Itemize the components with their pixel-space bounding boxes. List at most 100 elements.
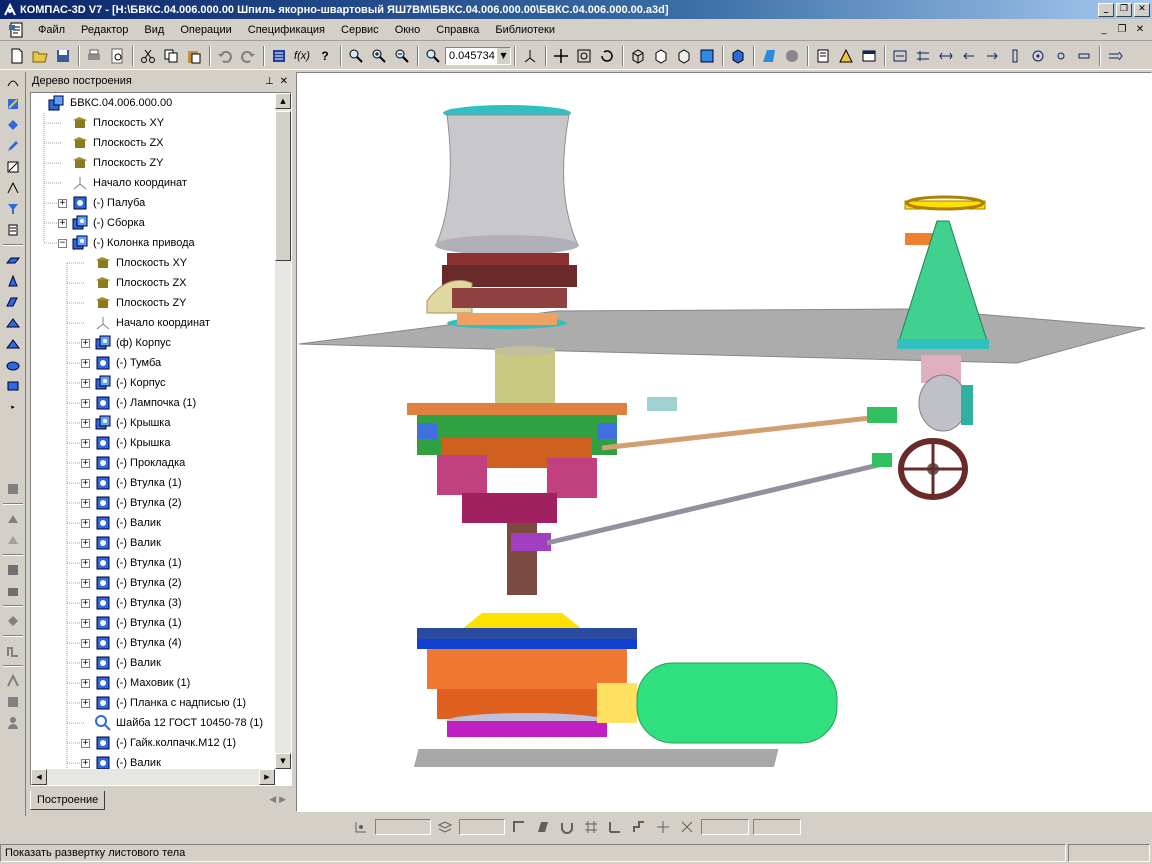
zoom-in-icon[interactable]	[368, 45, 390, 67]
tree-item[interactable]: + (-) Палуба	[58, 193, 145, 213]
scroll-left-button[interactable]: ◀	[31, 769, 47, 785]
expand-toggle-icon[interactable]: +	[81, 538, 90, 548]
rotate-icon[interactable]	[596, 45, 618, 67]
tree-view[interactable]: БВКС.04.006.000.00 Плоскость XY Плоскость …	[30, 92, 292, 786]
measure-v-icon[interactable]	[2, 178, 24, 198]
asm-sub-icon[interactable]	[2, 581, 24, 601]
coords-icon[interactable]	[678, 818, 696, 836]
doc-minimize-button[interactable]: _	[1096, 23, 1112, 37]
manager-icon[interactable]	[268, 45, 290, 67]
scroll-thumb[interactable]	[275, 111, 291, 261]
asm-section-icon[interactable]	[2, 671, 24, 691]
measure-icon[interactable]	[812, 45, 834, 67]
tree-item[interactable]: + (-) Втулка (3)	[81, 593, 182, 613]
zoom-scale-icon[interactable]	[422, 45, 444, 67]
tree-item[interactable]: + (-) Валик	[81, 513, 161, 533]
cut-extrude-icon[interactable]	[2, 334, 24, 354]
mass-icon[interactable]	[835, 45, 857, 67]
asm-array-icon[interactable]	[2, 641, 24, 661]
expand-toggle-icon[interactable]: +	[81, 398, 90, 408]
wireframe-icon[interactable]	[627, 45, 649, 67]
menu-service[interactable]: Сервис	[333, 24, 387, 36]
grid-icon[interactable]	[582, 818, 600, 836]
redo-icon[interactable]	[237, 45, 259, 67]
cursor-cross-icon[interactable]	[654, 818, 672, 836]
extrude-icon[interactable]	[2, 250, 24, 270]
tree-item[interactable]: + (-) Тумба	[81, 353, 161, 373]
expand-toggle-icon[interactable]: +	[81, 698, 90, 708]
tree-item[interactable]: + (-) Планка с надписью (1)	[81, 693, 246, 713]
undo-icon[interactable]	[214, 45, 236, 67]
tree-item[interactable]: + (-) Втулка (2)	[81, 493, 182, 513]
expand-toggle-icon[interactable]: +	[81, 498, 90, 508]
menu-operations[interactable]: Операции	[172, 24, 239, 36]
tree-item[interactable]: + (-) Валик	[81, 653, 161, 673]
tree-horizontal-scrollbar[interactable]: ◀ ▶	[31, 769, 275, 785]
pan-icon[interactable]	[550, 45, 572, 67]
help-pointer-icon[interactable]: ?	[314, 45, 336, 67]
expand-toggle-icon[interactable]: +	[81, 618, 90, 628]
menu-view[interactable]: Вид	[136, 24, 172, 36]
scroll-up-button[interactable]: ▲	[275, 93, 291, 109]
layer-field[interactable]	[459, 819, 505, 835]
menu-specification[interactable]: Спецификация	[240, 24, 333, 36]
expand-toggle-icon[interactable]: +	[81, 678, 90, 688]
open-icon[interactable]	[29, 45, 51, 67]
tree-item[interactable]: + (-) Корпус	[81, 373, 166, 393]
small-arrow-icon[interactable]: ▸	[2, 397, 24, 417]
expand-toggle-icon[interactable]: +	[81, 338, 90, 348]
expand-toggle-icon[interactable]: +	[81, 358, 90, 368]
aux-geometry-icon[interactable]	[2, 157, 24, 177]
preview-icon[interactable]	[106, 45, 128, 67]
doc-restore-button[interactable]: ❐	[1114, 23, 1130, 37]
geometry-icon[interactable]	[2, 73, 24, 93]
tree-item[interactable]: + (-) Крышка	[81, 433, 170, 453]
filter-icon[interactable]	[2, 199, 24, 219]
snap-point-bottom-icon[interactable]	[352, 818, 370, 836]
asm-mate-icon[interactable]	[2, 509, 24, 529]
close-button[interactable]: ✕	[1134, 2, 1150, 17]
asm-part-icon[interactable]	[2, 560, 24, 580]
print-icon[interactable]	[83, 45, 105, 67]
expand-toggle-icon[interactable]: +	[81, 558, 90, 568]
rotate-op-icon[interactable]	[2, 271, 24, 291]
pencil-icon[interactable]	[2, 136, 24, 156]
asm-user-icon[interactable]	[2, 713, 24, 733]
tree-item[interactable]: + (-) Крышка	[81, 413, 170, 433]
tree-item[interactable]: + (-) Маховик (1)	[81, 673, 190, 693]
more-tools-icon[interactable]	[1104, 45, 1126, 67]
local-cs-icon[interactable]	[606, 818, 624, 836]
align-arrow-icon[interactable]	[958, 45, 980, 67]
tree-item[interactable]: Начало координат	[81, 313, 210, 333]
edit-part-icon[interactable]	[2, 94, 24, 114]
tree-item[interactable]: + (-) Лампочка (1)	[81, 393, 196, 413]
expand-toggle-icon[interactable]: +	[58, 218, 67, 228]
expand-toggle-icon[interactable]: +	[81, 478, 90, 488]
menu-file[interactable]: Файл	[30, 24, 73, 36]
model-viewport[interactable]	[296, 72, 1152, 812]
tree-item[interactable]: Плоскость ZY	[58, 153, 164, 173]
zoom-icon[interactable]	[345, 45, 367, 67]
magnet-icon[interactable]	[558, 818, 576, 836]
asm-place-icon[interactable]	[2, 479, 24, 499]
tree-item[interactable]: + (-) Втулка (4)	[81, 633, 182, 653]
tree-item[interactable]: Плоскость ZX	[81, 273, 187, 293]
expand-toggle-icon[interactable]: +	[81, 758, 90, 768]
tree-item[interactable]: Плоскость XY	[81, 253, 187, 273]
coord-z-field[interactable]	[753, 819, 801, 835]
tree-item[interactable]: + (-) Втулка (2)	[81, 573, 182, 593]
doc-close-button[interactable]: ✕	[1132, 23, 1148, 37]
menu-libraries[interactable]: Библиотеки	[487, 24, 563, 36]
align-h-icon[interactable]	[935, 45, 957, 67]
step-icon[interactable]	[630, 818, 648, 836]
snap-center-icon[interactable]	[1027, 45, 1049, 67]
new-icon[interactable]	[6, 45, 28, 67]
zoom-out-icon[interactable]	[391, 45, 413, 67]
tree-item[interactable]: + (ф) Корпус	[81, 333, 171, 353]
spec-icon[interactable]	[2, 220, 24, 240]
expand-toggle-icon[interactable]: +	[81, 738, 90, 748]
minimize-button[interactable]: _	[1098, 2, 1114, 17]
section-icon[interactable]	[781, 45, 803, 67]
tree-item[interactable]: Начало координат	[58, 173, 187, 193]
loft-icon[interactable]	[2, 292, 24, 312]
